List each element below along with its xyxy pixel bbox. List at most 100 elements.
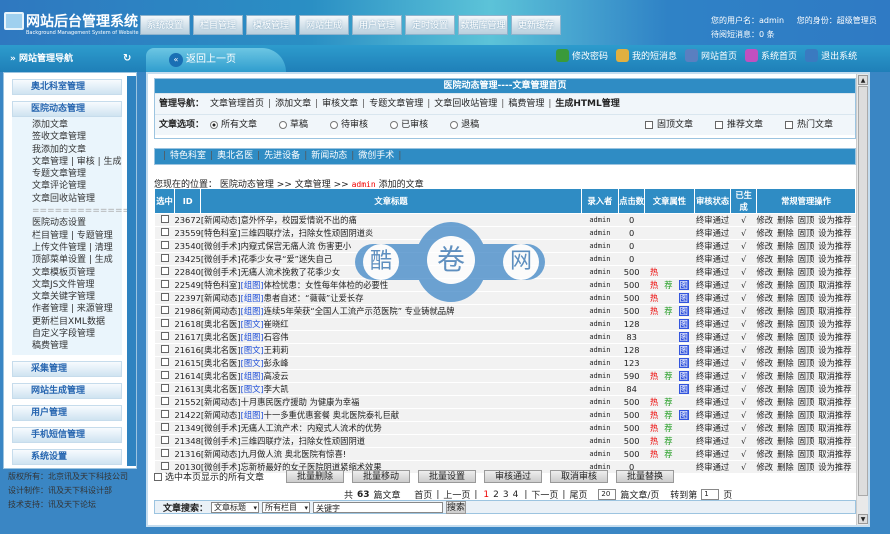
top-nav-button[interactable]: 栏目管理 — [193, 15, 243, 35]
page-number-link[interactable]: 2 — [493, 490, 499, 500]
manage-nav-link[interactable]: 文章管理首页 — [210, 94, 264, 115]
article-title-link[interactable]: 无痛人流术挽救了花季少女 — [241, 267, 341, 277]
row-checkbox[interactable] — [160, 423, 169, 431]
row-action-edit[interactable]: 修改 — [756, 267, 773, 277]
row-action-edit[interactable]: 修改 — [756, 410, 773, 420]
row-action-pin[interactable]: 固顶 — [798, 241, 815, 251]
article-category[interactable]: [微创手术] — [201, 241, 241, 251]
manage-nav-link[interactable]: 文章回收站管理 — [434, 94, 497, 115]
row-action-recommend[interactable]: 设为推荐 — [818, 384, 851, 394]
row-action-delete[interactable]: 删除 — [777, 462, 794, 472]
row-action-pin[interactable]: 固顶 — [798, 306, 815, 316]
batch-button[interactable]: 批量设置 — [418, 470, 477, 483]
article-type-tag[interactable]: [组图] — [241, 410, 264, 420]
article-title-link[interactable]: 李大凯 — [264, 384, 289, 394]
row-checkbox[interactable] — [160, 345, 169, 353]
search-keyword-input[interactable]: 关键字 — [313, 501, 444, 513]
article-category[interactable]: [新闻动态] — [201, 215, 241, 225]
row-checkbox[interactable] — [160, 436, 169, 444]
sidebar-item[interactable]: 文章JS文件管理 — [32, 279, 122, 291]
sidebar-group[interactable]: 采集管理 — [12, 360, 122, 377]
row-action-pin[interactable]: 固顶 — [798, 358, 815, 368]
row-action-recommend[interactable]: 设为推荐 — [818, 267, 851, 277]
article-flag-checkbox[interactable]: 推荐文章 — [714, 115, 763, 136]
scroll-thumb[interactable] — [858, 86, 868, 496]
sidebar-item[interactable]: 签收文章管理 — [32, 131, 122, 143]
sidebar-item[interactable]: 添加文章 — [32, 119, 122, 131]
top-nav-button[interactable]: 系统设置 — [140, 15, 190, 35]
row-action-recommend[interactable]: 取消推荐 — [818, 280, 851, 290]
row-action-delete[interactable]: 删除 — [777, 436, 794, 446]
row-action-recommend[interactable]: 设为推荐 — [818, 319, 851, 329]
sidebar-item[interactable]: 文章模板页管理 — [32, 267, 122, 279]
article-category[interactable]: [特色科室] — [201, 228, 241, 238]
page-number-link[interactable]: 3 — [503, 490, 509, 500]
row-action-edit[interactable]: 修改 — [756, 280, 773, 290]
row-checkbox[interactable] — [160, 462, 169, 470]
article-title-link[interactable]: 体检忧患：女性每年体检的必要性 — [264, 280, 388, 290]
row-action-delete[interactable]: 删除 — [777, 215, 794, 225]
row-action-recommend[interactable]: 取消推荐 — [818, 423, 851, 433]
article-title-link[interactable]: 无痛人工流产术：内窥式人流术的优势 — [241, 423, 382, 433]
sidebar-item[interactable]: 上传文件管理 | 清理 — [32, 242, 122, 254]
row-action-edit[interactable]: 修改 — [756, 449, 773, 459]
article-category[interactable]: [奥北名医] — [201, 384, 241, 394]
row-action-delete[interactable]: 删除 — [777, 449, 794, 459]
article-title-link[interactable]: 十月惠民医疗援助 为健康为幸福 — [241, 397, 360, 407]
sidebar-group-hospital-news[interactable]: 医院动态管理 — [12, 101, 122, 117]
article-type-tag[interactable]: [图文] — [241, 384, 264, 394]
top-nav-button[interactable]: 网站生成 — [299, 15, 349, 35]
row-action-edit[interactable]: 修改 — [756, 345, 773, 355]
sidebar-group[interactable]: 手机短信管理 — [12, 426, 122, 443]
article-category[interactable]: [新闻动态] — [201, 410, 241, 420]
sidebar-item[interactable]: 文章关键字管理 — [32, 291, 122, 303]
article-filter-radio[interactable]: 待审核 — [330, 115, 368, 136]
row-checkbox[interactable] — [160, 332, 169, 340]
row-action-pin[interactable]: 固顶 — [798, 332, 815, 342]
checkbox[interactable] — [714, 121, 723, 129]
article-category[interactable]: [微创手术] — [201, 436, 241, 446]
row-action-delete[interactable]: 删除 — [777, 358, 794, 368]
row-action-edit[interactable]: 修改 — [756, 462, 773, 472]
row-checkbox[interactable] — [160, 228, 169, 236]
row-action-pin[interactable]: 固顶 — [798, 319, 815, 329]
row-action-edit[interactable]: 修改 — [756, 306, 773, 316]
row-checkbox[interactable] — [160, 293, 169, 301]
row-action-delete[interactable]: 删除 — [777, 345, 794, 355]
article-filter-radio[interactable]: 退稿 — [450, 115, 479, 136]
search-column-select[interactable]: 所有栏目 — [262, 501, 311, 513]
article-type-tag[interactable]: [图文] — [241, 345, 264, 355]
row-action-pin[interactable]: 固顶 — [798, 410, 815, 420]
radio-circle[interactable] — [390, 121, 399, 129]
row-action-recommend[interactable]: 设为推荐 — [818, 241, 851, 251]
row-checkbox[interactable] — [160, 319, 169, 327]
article-type-tag[interactable]: [图文] — [241, 319, 264, 329]
row-action-delete[interactable]: 删除 — [777, 332, 794, 342]
row-action-edit[interactable]: 修改 — [756, 241, 773, 251]
row-checkbox[interactable] — [160, 306, 169, 314]
row-action-recommend[interactable]: 设为推荐 — [818, 254, 851, 264]
article-title-link[interactable]: 三维四联疗法，扫除女性顽固阴道 — [241, 436, 365, 446]
article-category[interactable]: [新闻动态] — [201, 306, 241, 316]
row-action-recommend[interactable]: 取消推荐 — [818, 410, 851, 420]
row-action-pin[interactable]: 固顶 — [798, 371, 815, 381]
row-action-pin[interactable]: 固顶 — [798, 215, 815, 225]
row-checkbox[interactable] — [160, 280, 169, 288]
row-action-delete[interactable]: 删除 — [777, 306, 794, 316]
checkbox[interactable] — [784, 121, 793, 129]
checkbox[interactable] — [644, 121, 653, 129]
row-action-delete[interactable]: 删除 — [777, 267, 794, 277]
row-action-delete[interactable]: 删除 — [777, 254, 794, 264]
row-action-edit[interactable]: 修改 — [756, 215, 773, 225]
article-title-link[interactable]: 意外怀孕，校园爱情说不出的痛 — [241, 215, 357, 225]
top-nav-button[interactable]: 数据库管理 — [458, 15, 508, 35]
article-title-link[interactable]: 崔晓红 — [264, 319, 289, 329]
scroll-up-icon[interactable]: ▲ — [858, 75, 868, 85]
row-action-delete[interactable]: 删除 — [777, 280, 794, 290]
row-action-edit[interactable]: 修改 — [756, 371, 773, 381]
row-action-pin[interactable]: 固顶 — [798, 345, 815, 355]
article-title-link[interactable]: 十一多重优惠套餐 奥北医院泰礼巨献 — [264, 410, 399, 420]
sidebar-group[interactable]: 网站生成管理 — [12, 382, 122, 399]
sidebar-item[interactable]: 自定义字段管理 — [32, 328, 122, 340]
row-action-pin[interactable]: 固顶 — [798, 293, 815, 303]
